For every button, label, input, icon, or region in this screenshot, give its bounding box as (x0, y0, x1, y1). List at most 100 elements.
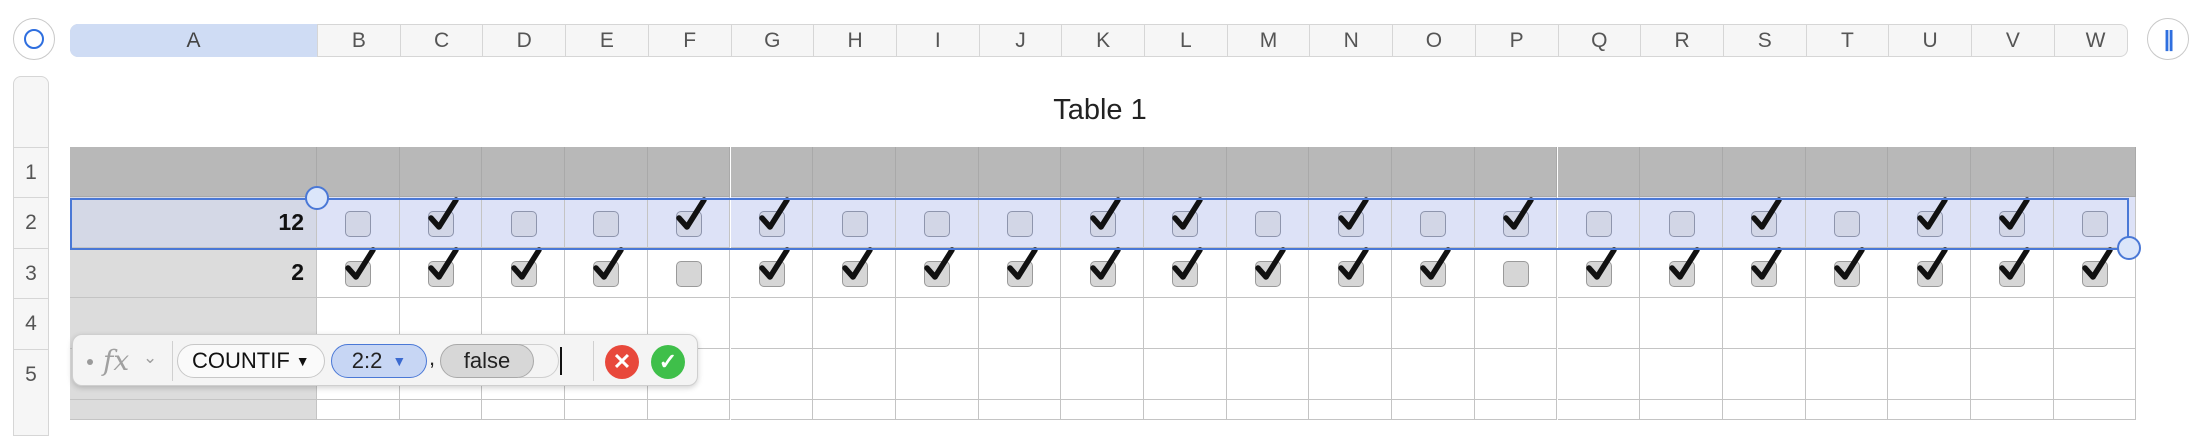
cell-f1[interactable] (647, 147, 731, 197)
cell-i6[interactable] (895, 400, 979, 420)
checkbox-unchecked[interactable] (2082, 210, 2109, 237)
checkbox-checked[interactable] (841, 247, 873, 287)
cell-q4[interactable] (1557, 298, 1641, 349)
row-header-2[interactable]: 2 (13, 197, 49, 248)
checkbox-checked[interactable] (1255, 247, 1286, 287)
checkbox-checked[interactable] (1833, 247, 1865, 287)
function-icon[interactable]: fx (103, 344, 129, 377)
cell-l5[interactable] (1144, 349, 1227, 400)
cell-h4[interactable] (813, 298, 896, 349)
checkbox-checked[interactable] (2082, 247, 2113, 287)
column-header-h[interactable]: H (813, 24, 896, 57)
column-header-c[interactable]: C (399, 24, 483, 57)
checkbox-checked[interactable] (1503, 196, 1534, 237)
cell-j6[interactable] (978, 400, 1062, 420)
cell-d6[interactable] (482, 400, 566, 420)
cell-q2[interactable] (1557, 197, 1641, 248)
column-header-r[interactable]: R (1640, 24, 1723, 57)
accept-formula-button[interactable]: ✓ (651, 345, 685, 379)
cell-n2[interactable] (1309, 196, 1393, 248)
cell-t3[interactable] (1805, 247, 1889, 298)
checkbox-checked[interactable] (758, 196, 790, 237)
cell-j4[interactable] (978, 298, 1062, 349)
cell-u2[interactable] (1888, 196, 1971, 248)
cell-m3[interactable] (1226, 247, 1310, 298)
checkbox-unchecked[interactable] (1668, 210, 1695, 237)
cell-q1[interactable] (1557, 147, 1641, 197)
cell-t6[interactable] (1805, 400, 1889, 420)
cell-c1[interactable] (399, 147, 483, 197)
cell-m6[interactable] (1226, 400, 1310, 420)
cell-p1[interactable] (1474, 147, 1558, 197)
row-header-5[interactable]: 5 (13, 349, 49, 400)
cell-a3[interactable]: 2 (70, 248, 317, 298)
column-header-o[interactable]: O (1392, 24, 1475, 57)
cell-s5[interactable] (1722, 349, 1806, 400)
cell-t2[interactable] (1805, 197, 1889, 248)
cell-m4[interactable] (1226, 298, 1310, 349)
drag-handle-icon[interactable] (87, 359, 93, 365)
cell-f2[interactable] (647, 196, 731, 248)
checkbox-checked[interactable] (428, 247, 459, 287)
selection-handle-end[interactable] (2117, 236, 2141, 260)
cell-h2[interactable] (813, 197, 896, 248)
cell-i5[interactable] (895, 349, 979, 400)
checkbox-checked[interactable] (1172, 196, 1204, 237)
cell-i3[interactable] (895, 247, 979, 298)
cell-n4[interactable] (1309, 298, 1393, 349)
cell-r1[interactable] (1640, 147, 1723, 197)
column-header-a[interactable]: A (70, 24, 317, 57)
cell-e2[interactable] (565, 197, 648, 248)
checkbox-checked[interactable] (1172, 247, 1204, 287)
table-title[interactable]: Table 1 (0, 94, 2200, 127)
cell-j5[interactable] (978, 349, 1062, 400)
column-header-t[interactable]: T (1805, 24, 1889, 57)
checkbox-checked[interactable] (1668, 247, 1700, 287)
checkbox-unchecked[interactable] (510, 210, 537, 237)
column-header-v[interactable]: V (1971, 24, 2054, 57)
cell-h3[interactable] (813, 247, 896, 298)
cell-u1[interactable] (1888, 147, 1971, 197)
column-header-k[interactable]: K (1061, 24, 1144, 57)
cell-o2[interactable] (1392, 197, 1475, 248)
checkbox-checked[interactable] (924, 247, 955, 287)
cell-r6[interactable] (1640, 400, 1723, 420)
cell-s6[interactable] (1722, 400, 1806, 420)
cell-t5[interactable] (1805, 349, 1889, 400)
column-header-q[interactable]: Q (1557, 24, 1641, 57)
selection-handle-start[interactable] (305, 186, 329, 210)
checkbox-unchecked[interactable] (1503, 261, 1530, 287)
cell-v1[interactable] (1971, 147, 2054, 197)
cell-i1[interactable] (895, 147, 979, 197)
cell-o3[interactable] (1392, 247, 1475, 298)
cell-w6[interactable] (2053, 400, 2137, 420)
checkbox-checked[interactable] (1999, 247, 2031, 287)
checkbox-unchecked[interactable] (1833, 210, 1860, 237)
cell-h6[interactable] (813, 400, 896, 420)
cell-b1[interactable] (317, 147, 400, 197)
cell-h5[interactable] (813, 349, 896, 400)
cell-a2[interactable]: 12 (70, 197, 317, 248)
checkbox-unchecked[interactable] (1006, 210, 1033, 237)
checkbox-checked[interactable] (510, 247, 542, 287)
checkbox-checked[interactable] (1089, 196, 1121, 237)
column-header-u[interactable]: U (1888, 24, 1971, 57)
cell-p2[interactable] (1474, 196, 1558, 248)
cell-q6[interactable] (1557, 400, 1641, 420)
cell-b3[interactable] (317, 247, 400, 298)
checkbox-checked[interactable] (1999, 196, 2031, 237)
cell-c6[interactable] (399, 400, 483, 420)
checkbox-unchecked[interactable] (1255, 210, 1282, 237)
column-header-p[interactable]: P (1474, 24, 1558, 57)
cell-p6[interactable] (1474, 400, 1558, 420)
cell-s1[interactable] (1722, 147, 1806, 197)
cell-g3[interactable] (730, 247, 814, 298)
chevron-down-icon[interactable]: ⌄ (143, 348, 157, 368)
checkbox-checked[interactable] (345, 247, 377, 287)
cell-g6[interactable] (730, 400, 814, 420)
cell-j2[interactable] (978, 197, 1062, 248)
cell-u5[interactable] (1888, 349, 1971, 400)
cell-m1[interactable] (1226, 147, 1310, 197)
checkbox-unchecked[interactable] (593, 210, 620, 237)
cell-v5[interactable] (1971, 349, 2054, 400)
